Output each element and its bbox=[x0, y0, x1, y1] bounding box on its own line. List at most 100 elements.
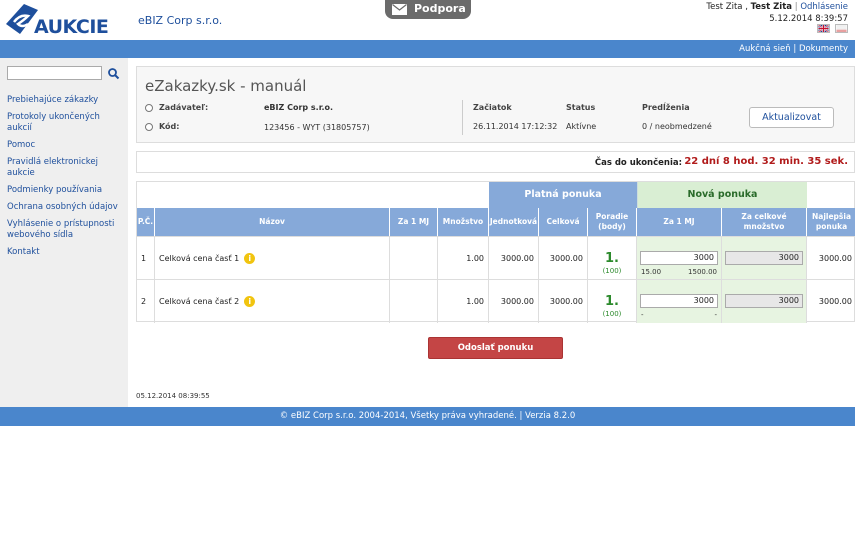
logo-text: AUKCIE bbox=[34, 16, 109, 38]
logout-link[interactable]: Odhlásenie bbox=[800, 2, 848, 12]
countdown-label: Čas do ukončenia: bbox=[594, 158, 682, 168]
sidebar-item-contact[interactable]: Kontakt bbox=[7, 247, 125, 258]
sidebar-item-accessibility[interactable]: Vyhlásenie o prístupnosti webového sídla bbox=[7, 219, 125, 241]
table-row: 1 Celková cena časť 1 i 1.00 3000.00 300… bbox=[137, 236, 855, 280]
new-total-input: 3000 bbox=[725, 294, 803, 308]
support-button[interactable]: Podpora bbox=[385, 0, 471, 19]
app-header: AUKCIE eBIZ Corp s.r.o. Podpora Test Zit… bbox=[0, 0, 855, 40]
update-button[interactable]: Aktualizovat bbox=[749, 107, 834, 128]
col-header-rank: Poradie (body) bbox=[588, 208, 637, 236]
code-value: 123456 - WYT (31805757) bbox=[264, 123, 370, 132]
start-label: Začiatok bbox=[473, 103, 512, 112]
row-new-unit-cell: 3000 - - bbox=[637, 280, 722, 323]
row-total: 3000.00 bbox=[539, 237, 588, 280]
sidebar-item-privacy[interactable]: Ochrana osobných údajov bbox=[7, 202, 125, 213]
row-unit bbox=[390, 237, 438, 280]
code-label: Kód: bbox=[159, 122, 180, 131]
sidebar: Prebiehajúce zákazky Protokoly ukončenýc… bbox=[0, 58, 128, 407]
countdown-value: 22 dní 8 hod. 32 min. 35 sek. bbox=[684, 156, 848, 167]
nav-documents[interactable]: Dokumenty bbox=[799, 44, 848, 54]
row-quantity: 1.00 bbox=[438, 237, 489, 280]
sidebar-item-terms[interactable]: Podmienky používania bbox=[7, 185, 125, 196]
send-offer-button[interactable]: Odoslať ponuku bbox=[428, 337, 563, 359]
row-sub-left: 15.00 bbox=[641, 268, 662, 276]
footer: © eBIZ Corp s.r.o. 2004-2014, Všetky prá… bbox=[0, 407, 855, 426]
col-header-pc: P.Č. bbox=[137, 208, 155, 236]
col-header-total: Celková bbox=[539, 208, 588, 236]
user-box: Test Zita , Test Zita | Odhlásenie 5.12.… bbox=[706, 2, 848, 24]
status-label: Status bbox=[566, 103, 596, 112]
col-header-new-unit: Za 1 MJ bbox=[637, 208, 722, 236]
row-new-total-cell: 3000 bbox=[722, 237, 807, 280]
aukcie-logo[interactable]: AUKCIE bbox=[4, 2, 128, 38]
start-value: 26.11.2014 17:12:32 bbox=[473, 122, 558, 131]
sidebar-item-ongoing[interactable]: Prebiehajúce zákazky bbox=[7, 95, 125, 106]
row-new-total-cell: 3000 bbox=[722, 280, 807, 323]
col-header-new-total: Za celkové množstvo bbox=[722, 208, 807, 236]
row-rank-cell: 1. (100) bbox=[588, 280, 637, 323]
auction-info-panel: eZakazky.sk - manuál Zadávateľ: eBIZ Cor… bbox=[136, 66, 855, 143]
submitter-radio-icon bbox=[145, 104, 153, 112]
row-points: (100) bbox=[602, 267, 622, 275]
row-name-cell: Celková cena časť 2 i bbox=[155, 280, 390, 323]
col-header-quantity: Množstvo bbox=[438, 208, 489, 236]
row-number: 1 bbox=[137, 237, 155, 280]
countdown-bar: Čas do ukončenia: 22 dní 8 hod. 32 min. … bbox=[136, 151, 855, 173]
top-nav-bar: Aukčná sieň | Dokumenty bbox=[0, 40, 855, 58]
sidebar-menu: Prebiehajúce zákazky Protokoly ukončenýc… bbox=[7, 95, 125, 264]
info-icon[interactable]: i bbox=[244, 296, 256, 307]
row-name: Celková cena časť 2 bbox=[159, 297, 240, 306]
submitter-label: Zadávateľ: bbox=[159, 103, 209, 112]
sidebar-item-help[interactable]: Pomoc bbox=[7, 140, 125, 151]
sidebar-item-protocols[interactable]: Protokoly ukončených aukcií bbox=[7, 112, 125, 134]
row-best-offer: 3000.00 bbox=[818, 254, 852, 263]
nav-auction-hall[interactable]: Aukčná sieň bbox=[739, 44, 791, 54]
row-sub-right: 1500.00 bbox=[688, 268, 717, 276]
search-icon[interactable] bbox=[107, 67, 120, 80]
row-rank-cell: 1. (100) bbox=[588, 237, 637, 280]
row-rank: 1. bbox=[605, 294, 619, 309]
row-rank: 1. bbox=[605, 251, 619, 266]
auction-title: eZakazky.sk - manuál bbox=[145, 77, 307, 95]
row-total: 3000.00 bbox=[539, 280, 588, 323]
extensions-value: 0 / neobmedzené bbox=[642, 122, 712, 131]
page-timestamp: 05.12.2014 08:39:55 bbox=[136, 392, 210, 400]
group-header-new-offer: Nová ponuka bbox=[637, 182, 807, 208]
info-icon[interactable]: i bbox=[244, 253, 256, 264]
row-sub-right: - bbox=[714, 311, 717, 319]
row-name-cell: Celková cena časť 1 i bbox=[155, 237, 390, 280]
row-name: Celková cena časť 1 bbox=[159, 254, 240, 263]
row-new-unit-cell: 3000 15.00 1500.00 bbox=[637, 237, 722, 280]
row-best-offer: 3000.00 bbox=[818, 297, 852, 306]
row-number: 2 bbox=[137, 280, 155, 323]
new-unit-price-input[interactable]: 3000 bbox=[640, 294, 718, 308]
code-radio-icon bbox=[145, 123, 153, 131]
row-unit bbox=[390, 280, 438, 323]
support-label: Podpora bbox=[414, 2, 466, 15]
sidebar-item-rules[interactable]: Pravidlá elektronickej aukcie bbox=[7, 157, 125, 179]
info-divider bbox=[462, 100, 463, 135]
row-unit-price: 3000.00 bbox=[489, 280, 539, 323]
new-unit-price-input[interactable]: 3000 bbox=[640, 251, 718, 265]
col-header-best: Najlepšia ponuka bbox=[807, 208, 855, 236]
user-name-bold: Test Zita bbox=[750, 2, 793, 12]
col-header-name: Názov bbox=[155, 208, 390, 236]
table-row: 2 Celková cena časť 2 i 1.00 3000.00 300… bbox=[137, 279, 855, 323]
top-nav: Aukčná sieň | Dokumenty bbox=[739, 44, 848, 54]
main-content: eZakazky.sk - manuál Zadávateľ: eBIZ Cor… bbox=[136, 58, 855, 407]
user-name: Test Zita bbox=[706, 2, 743, 12]
mail-icon bbox=[392, 4, 407, 15]
flag-sk-icon[interactable] bbox=[835, 24, 848, 33]
extensions-label: Predĺženia bbox=[642, 103, 690, 112]
row-quantity: 1.00 bbox=[438, 280, 489, 323]
submitter-value: eBIZ Corp s.r.o. bbox=[264, 103, 334, 112]
row-points: (100) bbox=[602, 310, 622, 318]
group-header-valid-offer: Platná ponuka bbox=[489, 182, 637, 208]
row-sub-left: - bbox=[641, 311, 644, 319]
flag-en-icon[interactable] bbox=[817, 24, 831, 33]
col-header-unit: Za 1 MJ bbox=[390, 208, 438, 236]
search-input[interactable] bbox=[7, 66, 102, 80]
status-value: Aktívne bbox=[566, 122, 597, 131]
new-total-input: 3000 bbox=[725, 251, 803, 265]
company-name: eBIZ Corp s.r.o. bbox=[138, 14, 223, 27]
